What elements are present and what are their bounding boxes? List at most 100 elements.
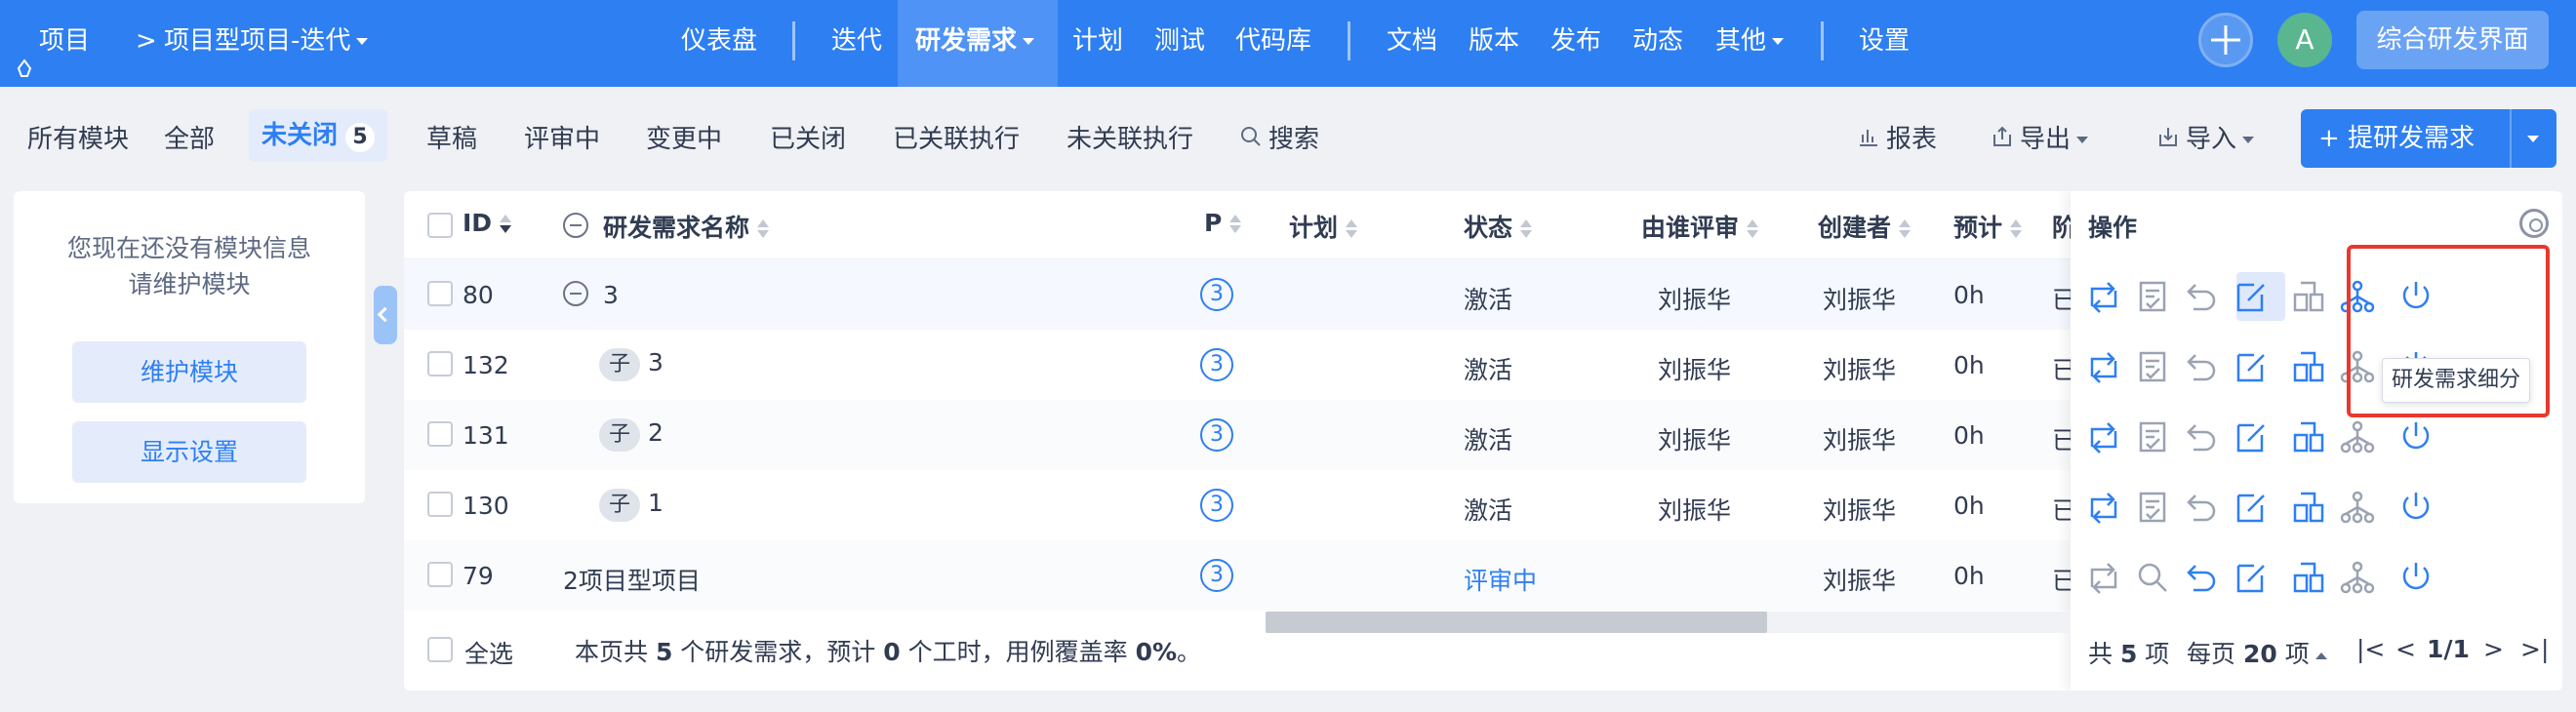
batch-create-icon[interactable] <box>2289 347 2328 386</box>
row-checkbox[interactable] <box>427 421 453 447</box>
row-checkbox[interactable] <box>427 492 453 517</box>
search-toggle[interactable]: 搜索 <box>1239 119 1319 155</box>
row-estimate: 0h <box>1953 492 1985 520</box>
display-settings-button[interactable]: 显示设置 <box>72 421 306 483</box>
tooltip: 研发需求细分 <box>2382 358 2530 403</box>
undo-icon[interactable] <box>2182 277 2221 316</box>
chevron-down-icon[interactable] <box>2527 136 2539 142</box>
import-button[interactable]: 导入 <box>2156 119 2255 155</box>
project-menu[interactable]: 项目 <box>16 0 90 87</box>
sidebar-collapse-toggle[interactable] <box>374 286 397 344</box>
first-page-icon[interactable]: |< <box>2356 635 2385 663</box>
nav-iteration[interactable]: 迭代 <box>831 0 882 87</box>
undo-icon[interactable] <box>2182 347 2221 386</box>
batch-create-icon[interactable] <box>2289 417 2328 456</box>
close-power-icon[interactable] <box>2396 558 2435 597</box>
create-requirement-button[interactable]: + 提研发需求 <box>2301 109 2556 168</box>
export-button[interactable]: 导出 <box>1991 119 2089 155</box>
gear-icon[interactable] <box>2519 209 2549 238</box>
row-name[interactable]: 2项目型项目 <box>563 562 701 597</box>
maintain-module-button[interactable]: 维护模块 <box>72 341 306 403</box>
row-name[interactable]: 子1 <box>599 489 664 522</box>
row-name[interactable]: 子2 <box>599 418 664 452</box>
edit-icon[interactable] <box>2231 488 2270 527</box>
column-name[interactable]: 研发需求名称 <box>603 209 770 244</box>
nav-activity[interactable]: 动态 <box>1632 0 1683 87</box>
column-priority[interactable]: P <box>1204 209 1242 237</box>
breadcrumb-project[interactable]: 项目型项目-迭代 <box>164 0 369 87</box>
tab-draft[interactable]: 草稿 <box>426 119 477 155</box>
collapse-icon[interactable] <box>563 281 588 306</box>
search-icon[interactable] <box>2133 558 2172 597</box>
quick-create-plus-icon[interactable] <box>2198 13 2253 67</box>
subdivide-icon[interactable] <box>2338 417 2377 456</box>
column-reviewer[interactable]: 由谁评审 <box>1641 209 1759 244</box>
nav-builds[interactable]: 版本 <box>1469 0 1519 87</box>
column-plan[interactable]: 计划 <box>1289 209 1358 244</box>
report-button[interactable]: 报表 <box>1857 119 1937 155</box>
review-icon[interactable] <box>2133 417 2172 456</box>
edit-icon[interactable] <box>2231 417 2270 456</box>
tab-unclosed[interactable]: 未关闭 5 <box>262 115 376 152</box>
all-modules-label[interactable]: 所有模块 <box>27 119 129 155</box>
nav-test[interactable]: 测试 <box>1154 0 1205 87</box>
tab-closed[interactable]: 已关闭 <box>770 119 846 155</box>
batch-create-icon[interactable] <box>2289 488 2328 527</box>
change-icon[interactable] <box>2084 417 2123 456</box>
priority-badge: 3 <box>1200 278 1233 311</box>
row-checkbox[interactable] <box>427 562 453 587</box>
subdivide-icon[interactable] <box>2338 488 2377 527</box>
row-name[interactable]: 3 <box>603 281 619 309</box>
switch-interface-button[interactable]: 综合研发界面 <box>2356 11 2549 69</box>
tab-all[interactable]: 全部 <box>164 119 215 155</box>
next-page-icon[interactable]: > <box>2483 635 2504 663</box>
column-creator[interactable]: 创建者 <box>1818 209 1912 244</box>
prev-page-icon[interactable]: < <box>2395 635 2416 663</box>
tab-reviewing[interactable]: 评审中 <box>524 119 600 155</box>
tab-unlinked-execution[interactable]: 未关联执行 <box>1067 119 1193 155</box>
nav-release[interactable]: 发布 <box>1550 0 1601 87</box>
change-icon[interactable] <box>2084 277 2123 316</box>
nav-repo[interactable]: 代码库 <box>1235 0 1311 87</box>
undo-icon[interactable] <box>2182 558 2221 597</box>
undo-icon[interactable] <box>2182 488 2221 527</box>
change-icon[interactable] <box>2084 558 2123 597</box>
undo-icon[interactable] <box>2182 417 2221 456</box>
nav-dashboard[interactable]: 仪表盘 <box>681 0 757 87</box>
row-checkbox[interactable] <box>427 281 453 306</box>
review-icon[interactable] <box>2133 488 2172 527</box>
column-status[interactable]: 状态 <box>1464 209 1533 244</box>
change-icon[interactable] <box>2084 347 2123 386</box>
header-checkbox[interactable] <box>427 213 453 238</box>
review-icon[interactable] <box>2133 277 2172 316</box>
batch-create-icon[interactable] <box>2289 277 2328 316</box>
edit-icon[interactable] <box>2231 277 2270 316</box>
nav-docs[interactable]: 文档 <box>1387 0 1437 87</box>
batch-create-icon[interactable] <box>2289 558 2328 597</box>
per-page-selector[interactable]: 每页 20 项 <box>2187 635 2327 670</box>
review-icon[interactable] <box>2133 347 2172 386</box>
tab-linked-execution[interactable]: 已关联执行 <box>893 119 1020 155</box>
column-estimate[interactable]: 预计 <box>1953 209 2023 244</box>
collapse-all-icon[interactable] <box>563 213 588 238</box>
last-page-icon[interactable]: >| <box>2520 635 2549 663</box>
change-icon[interactable] <box>2084 488 2123 527</box>
nav-plan[interactable]: 计划 <box>1072 0 1123 87</box>
subdivide-icon[interactable] <box>2338 558 2377 597</box>
select-all-label[interactable]: 全选 <box>464 635 513 670</box>
nav-settings[interactable]: 设置 <box>1859 0 1910 87</box>
scrollbar-thumb[interactable] <box>1266 612 1767 633</box>
row-id: 79 <box>463 562 494 590</box>
row-name[interactable]: 子3 <box>599 348 664 381</box>
avatar[interactable]: A <box>2277 13 2332 67</box>
nav-requirements[interactable]: 研发需求 <box>915 0 1035 87</box>
edit-icon[interactable] <box>2231 558 2270 597</box>
edit-icon[interactable] <box>2231 347 2270 386</box>
column-id[interactable]: ID <box>463 209 512 237</box>
row-checkbox[interactable] <box>427 351 453 376</box>
select-all-checkbox[interactable] <box>427 637 453 662</box>
nav-more[interactable]: 其他 <box>1715 0 1785 87</box>
close-power-icon[interactable] <box>2396 488 2435 527</box>
tab-changing[interactable]: 变更中 <box>646 119 722 155</box>
close-power-icon[interactable] <box>2396 417 2435 456</box>
